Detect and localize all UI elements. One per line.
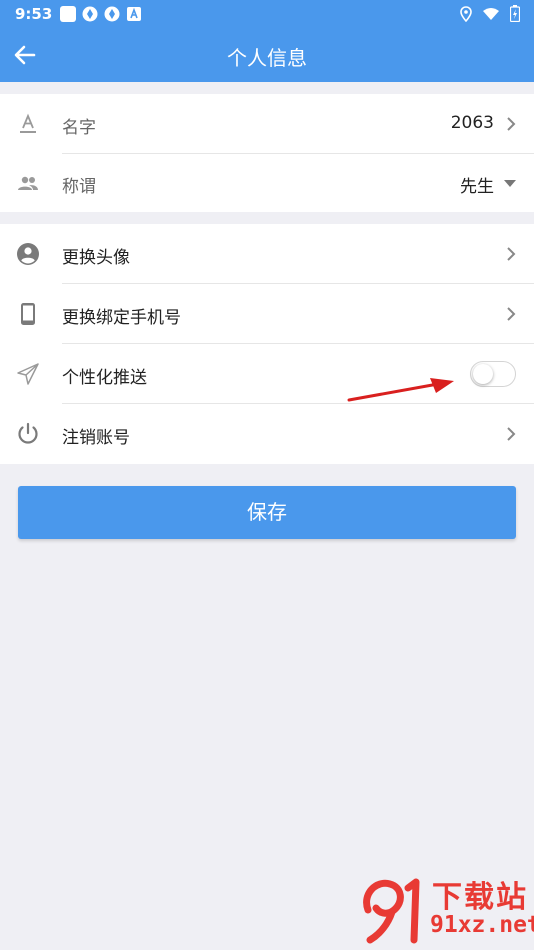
- page-title: 个人信息: [227, 46, 307, 70]
- push-toggle[interactable]: [470, 361, 516, 387]
- chevron-right-icon: [507, 307, 516, 321]
- notification-app-icon: [104, 6, 120, 22]
- wifi-icon: [483, 7, 499, 20]
- settings-section: 更换头像 更换绑定手机号 个性化推送 注销账号: [0, 224, 534, 464]
- notification-icons: [60, 6, 142, 22]
- salutation-value: 先生: [460, 177, 494, 197]
- chevron-right-icon: [507, 247, 516, 261]
- notification-a-icon: [127, 7, 141, 21]
- deactivate-account-row[interactable]: 注销账号: [0, 404, 534, 464]
- salutation-label: 称谓: [62, 177, 96, 197]
- change-phone-label: 更换绑定手机号: [62, 308, 181, 328]
- phone-icon: [21, 303, 35, 325]
- people-icon: [18, 176, 38, 190]
- paper-plane-icon: [17, 363, 39, 385]
- chevron-right-icon: [507, 117, 516, 131]
- change-phone-row[interactable]: 更换绑定手机号: [0, 284, 534, 344]
- battery-icon: [510, 5, 520, 22]
- toggle-knob: [473, 364, 493, 384]
- personalized-push-label: 个性化推送: [62, 368, 147, 388]
- status-bar: 9:53: [0, 0, 534, 28]
- notification-app-icon: [82, 6, 98, 22]
- watermark-site: 91xz.net: [430, 912, 534, 938]
- power-icon: [18, 422, 38, 444]
- deactivate-account-label: 注销账号: [62, 428, 130, 448]
- profile-section: 名字 2063 称谓 先生: [0, 94, 534, 212]
- top-bar: 9:53 个人信息: [0, 0, 534, 82]
- watermark-brand: 下载站: [432, 880, 528, 915]
- text-format-icon: [20, 113, 36, 133]
- account-circle-icon: [17, 243, 39, 265]
- chevron-right-icon: [507, 427, 516, 441]
- name-label: 名字: [62, 118, 96, 138]
- change-avatar-row[interactable]: 更换头像: [0, 224, 534, 284]
- change-avatar-label: 更换头像: [62, 248, 130, 268]
- system-icons: [460, 5, 520, 22]
- salutation-row[interactable]: 称谓 先生: [0, 153, 534, 213]
- app-bar: 个人信息: [0, 28, 534, 82]
- dropdown-caret-icon[interactable]: [504, 180, 516, 187]
- watermark: 下载站 91xz.net: [358, 872, 534, 946]
- notification-square-icon: [60, 6, 76, 22]
- watermark-logo-icon: [363, 878, 420, 944]
- status-time: 9:53: [15, 5, 53, 23]
- name-row[interactable]: 名字 2063: [0, 94, 534, 154]
- annotation-arrow-icon: [347, 378, 454, 402]
- save-button[interactable]: 保存: [18, 486, 516, 539]
- location-icon: [460, 5, 472, 22]
- name-value: 2063: [450, 113, 494, 133]
